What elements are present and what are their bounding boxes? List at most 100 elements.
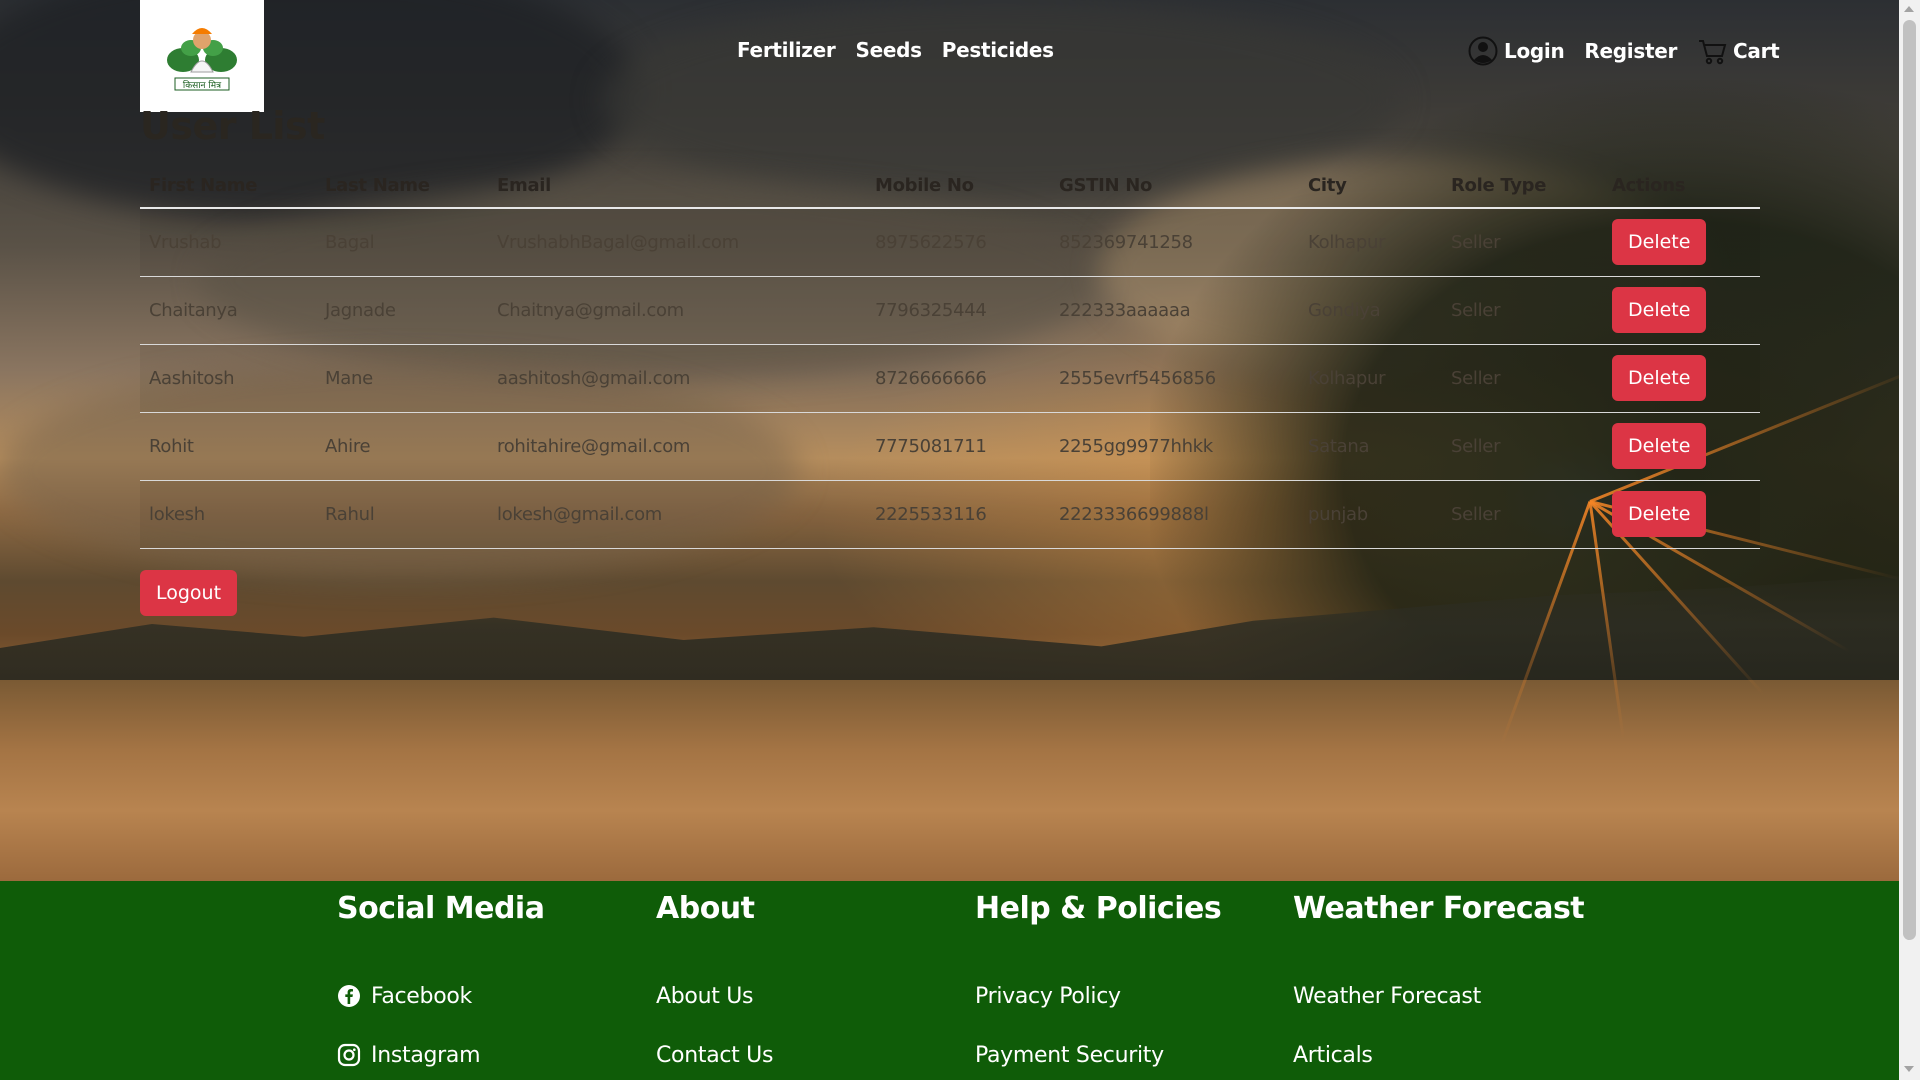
column-header: Email — [488, 164, 866, 209]
cell-last-name: Rahul — [316, 480, 488, 549]
instagram-link[interactable]: Instagram — [337, 1037, 544, 1073]
cell-email: Chaitnya@gmail.com — [488, 276, 866, 345]
cell-role: Seller — [1442, 276, 1603, 345]
cell-first-name: Aashitosh — [140, 344, 316, 413]
page: किसान मित्र Fertilizer Seeds Pesticides … — [0, 0, 1899, 1080]
cell-email: aashitosh@gmail.com — [488, 344, 866, 413]
login-label: Login — [1504, 39, 1565, 63]
column-header: Role Type — [1442, 164, 1603, 209]
delete-button[interactable]: Delete — [1612, 287, 1707, 333]
column-header: Last Name — [316, 164, 488, 209]
facebook-link[interactable]: Facebook — [337, 978, 544, 1014]
footer-social: Social Media Facebook Instagram — [337, 891, 545, 1080]
table-row: Aashitosh Mane aashitosh@gmail.com 87266… — [140, 344, 1760, 413]
nav-seeds[interactable]: Seeds — [855, 38, 922, 62]
cell-gstin: 2255gg9977hhkk — [1050, 412, 1299, 481]
svg-text:किसान मित्र: किसान मित्र — [183, 79, 222, 91]
footer-heading: Social Media — [337, 891, 545, 926]
footer-about: About About Us Contact Us — [656, 891, 773, 1080]
cell-mobile: 7775081711 — [866, 412, 1050, 481]
cell-role: Seller — [1442, 344, 1603, 413]
cell-first-name: lokesh — [140, 480, 316, 549]
table-row: Rohit Ahire rohitahire@gmail.com 7775081… — [140, 412, 1760, 481]
privacy-policy-link[interactable]: Privacy Policy — [975, 978, 1221, 1014]
cell-mobile: 2225533116 — [866, 480, 1050, 549]
cell-last-name: Bagal — [316, 208, 488, 277]
cell-role: Seller — [1442, 208, 1603, 277]
payment-security-link[interactable]: Payment Security — [975, 1037, 1221, 1073]
register-link[interactable]: Register — [1584, 39, 1677, 63]
main-nav: Fertilizer Seeds Pesticides — [737, 38, 1054, 62]
cell-mobile: 8975622576 — [866, 208, 1050, 277]
footer-heading: Weather Forecast — [1293, 891, 1585, 926]
nav-pesticides[interactable]: Pesticides — [942, 38, 1054, 62]
facebook-label: Facebook — [371, 983, 472, 1009]
column-header: Mobile No — [866, 164, 1050, 209]
footer-heading: About — [656, 891, 755, 926]
vertical-scrollbar[interactable] — [1899, 0, 1920, 1080]
account-nav: Login Register Cart — [1468, 36, 1780, 66]
table-row: Vrushab Bagal VrushabhBagal@gmail.com 89… — [140, 208, 1760, 277]
about-us-link[interactable]: About Us — [656, 978, 773, 1014]
cell-mobile: 7796325444 — [866, 276, 1050, 345]
login-link[interactable]: Login — [1468, 36, 1565, 66]
cell-last-name: Ahire — [316, 412, 488, 481]
cell-first-name: Vrushab — [140, 208, 316, 277]
footer-help: Help & Policies Privacy Policy Payment S… — [975, 891, 1222, 1080]
contact-us-link[interactable]: Contact Us — [656, 1037, 773, 1073]
table-row: Chaitanya Jagnade Chaitnya@gmail.com 779… — [140, 276, 1760, 345]
cart-link[interactable]: Cart — [1697, 36, 1780, 66]
cell-gstin: 2555evrf5456856 — [1050, 344, 1299, 413]
delete-button[interactable]: Delete — [1612, 491, 1707, 537]
column-header: City — [1299, 164, 1442, 209]
scroll-up-icon[interactable] — [1904, 6, 1914, 12]
cell-city: Kolhapur — [1299, 208, 1442, 277]
cell-actions: Delete — [1603, 412, 1760, 481]
instagram-icon — [337, 1043, 361, 1067]
scroll-thumb[interactable] — [1903, 20, 1916, 940]
cell-actions: Delete — [1603, 344, 1760, 413]
logout-button[interactable]: Logout — [140, 570, 238, 616]
cell-mobile: 8726666666 — [866, 344, 1050, 413]
cell-gstin: 2223336699888l — [1050, 480, 1299, 549]
instagram-label: Instagram — [371, 1042, 481, 1068]
farmer-logo-icon: किसान मित्र — [167, 28, 237, 91]
cell-last-name: Jagnade — [316, 276, 488, 345]
delete-button[interactable]: Delete — [1612, 355, 1707, 401]
cell-actions: Delete — [1603, 480, 1760, 549]
cell-actions: Delete — [1603, 276, 1760, 345]
column-header: First Name — [140, 164, 316, 209]
delete-button[interactable]: Delete — [1612, 219, 1707, 266]
cell-role: Seller — [1442, 480, 1603, 549]
delete-button[interactable]: Delete — [1612, 423, 1707, 469]
cell-gstin: 222333aaaaaa — [1050, 276, 1299, 345]
column-header: GSTIN No — [1050, 164, 1299, 209]
weather-forecast-link[interactable]: Weather Forecast — [1293, 978, 1584, 1014]
table-row: lokesh Rahul lokesh@gmail.com 2225533116… — [140, 480, 1760, 549]
cell-city: Gondiya — [1299, 276, 1442, 345]
footer: Social Media Facebook Instagram About Ab… — [0, 881, 1899, 1080]
cell-city: Satana — [1299, 412, 1442, 481]
cell-actions: Delete — [1603, 208, 1760, 277]
scroll-down-icon[interactable] — [1904, 1066, 1914, 1072]
cell-email: lokesh@gmail.com — [488, 480, 866, 549]
user-circle-icon — [1468, 36, 1498, 66]
page-title: User List — [140, 104, 325, 148]
cell-email: VrushabhBagal@gmail.com — [488, 208, 866, 277]
nav-fertilizer[interactable]: Fertilizer — [737, 38, 836, 62]
cell-gstin: 852369741258 — [1050, 208, 1299, 277]
logo[interactable]: किसान मित्र — [140, 0, 264, 112]
facebook-icon — [338, 985, 360, 1007]
user-table: First Name Last Name Email Mobile No GST… — [140, 164, 1760, 549]
cart-label: Cart — [1733, 39, 1780, 63]
table-header-row: First Name Last Name Email Mobile No GST… — [140, 164, 1760, 209]
cell-email: rohitahire@gmail.com — [488, 412, 866, 481]
footer-weather: Weather Forecast Weather Forecast Artica… — [1293, 891, 1585, 1080]
articals-link[interactable]: Articals — [1293, 1037, 1584, 1073]
cell-last-name: Mane — [316, 344, 488, 413]
cell-first-name: Chaitanya — [140, 276, 316, 345]
cart-icon — [1699, 40, 1727, 65]
cell-role: Seller — [1442, 412, 1603, 481]
column-header: Actions — [1603, 164, 1760, 209]
cell-first-name: Rohit — [140, 412, 316, 481]
